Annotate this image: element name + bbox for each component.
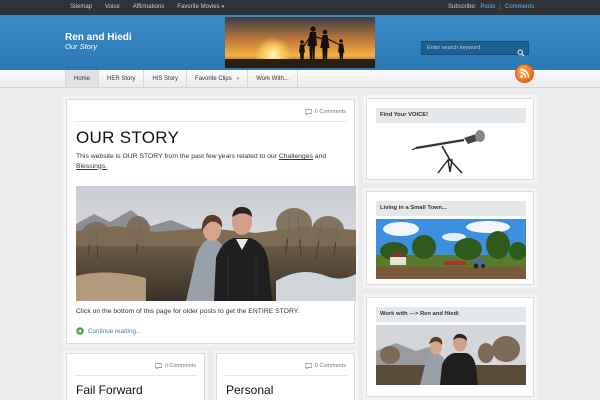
header-banner-image: [225, 17, 375, 68]
post-intro: This website is OUR STORY from the past …: [76, 152, 346, 171]
top-nav-favorite-movies[interactable]: Favorite Movies ▾: [177, 4, 224, 10]
top-nav: Sitemap Voice Affirmations Favorite Movi…: [70, 4, 224, 10]
speech-bubble-icon: [154, 363, 162, 369]
nav-favorite-clips[interactable]: Favorite Clips ▾: [187, 70, 249, 87]
speech-bubble-icon: [304, 109, 312, 115]
nav-home[interactable]: Home: [65, 70, 100, 87]
subscribe-separator: |: [499, 4, 501, 10]
post-card-fail-forward: 0 Comments Fail Forward: [66, 353, 205, 400]
post-comments-link[interactable]: 0 Comments: [304, 109, 346, 115]
post-intro-and: and: [312, 153, 327, 160]
subscribe-posts-link[interactable]: Posts: [480, 4, 495, 10]
post-photo: [76, 186, 356, 301]
small-town-image: [376, 219, 526, 279]
title-divider: [225, 375, 347, 376]
subscribe-comments-link[interactable]: Comments: [505, 4, 534, 10]
green-arrow-circle-icon: [76, 327, 84, 335]
ren-and-hiedi-image: [376, 325, 526, 385]
nav-work-with[interactable]: Work With...: [248, 70, 298, 87]
nav-favorite-clips-label: Favorite Clips: [195, 75, 232, 82]
widget-title: Living in a Small Town...: [376, 201, 526, 216]
comments-count: 0 Comments: [314, 363, 346, 369]
top-nav-affirmations[interactable]: Affirmations: [133, 4, 165, 10]
top-bar: Sitemap Voice Affirmations Favorite Movi…: [0, 0, 600, 15]
widget-find-your-voice: Find Your VOICE!: [366, 98, 534, 180]
title-divider: [75, 121, 347, 122]
subscribe-label: Subscribe:: [448, 4, 477, 10]
widget-small-town: Living in a Small Town...: [366, 191, 534, 285]
subscribe-links: Subscribe: Posts | Comments: [448, 4, 534, 10]
main-navigation: Home HER Story HIS Story Favorite Clips ▾…: [0, 70, 600, 88]
chevron-down-icon: ▾: [236, 75, 240, 82]
search-box: [421, 41, 529, 57]
featured-post: 0 Comments OUR STORY This website is OUR…: [66, 99, 356, 344]
nav-his-story[interactable]: HIS Story: [144, 70, 188, 87]
continue-reading-label: Continue reading...: [88, 327, 142, 335]
widget-title: Work with ---> Ren and Hiedi: [376, 307, 526, 322]
search-input[interactable]: [422, 42, 514, 54]
widget-work-with: Work with ---> Ren and Hiedi: [366, 297, 534, 397]
comments-count: 0 Comments: [314, 109, 346, 115]
post-comments-link[interactable]: 0 Comments: [304, 363, 346, 369]
widget-title: Find Your VOICE!: [376, 108, 526, 123]
comments-count: 0 Comments: [164, 363, 196, 369]
chevron-down-icon: ▾: [221, 4, 225, 10]
post-intro-text: This website is OUR STORY from the past …: [76, 153, 279, 160]
nav-items: Home HER Story HIS Story Favorite Clips ▾…: [65, 70, 298, 87]
post-card-personal: 0 Comments Personal: [216, 353, 355, 400]
speech-bubble-icon: [304, 363, 312, 369]
post-comments-link[interactable]: 0 Comments: [154, 363, 196, 369]
continue-reading-link[interactable]: Continue reading...: [76, 327, 141, 335]
top-nav-voice[interactable]: Voice: [105, 4, 120, 10]
post-older-posts-note: Click on the bottom of this page for old…: [76, 308, 300, 315]
post-title[interactable]: OUR STORY: [76, 128, 179, 148]
nav-her-story[interactable]: HER Story: [99, 70, 145, 87]
challenges-link[interactable]: Challenges: [279, 153, 313, 160]
top-nav-favorite-movies-label: Favorite Movies: [177, 4, 220, 10]
site-tagline: Our Story: [65, 42, 98, 51]
post-title[interactable]: Fail Forward: [76, 383, 143, 397]
search-icon[interactable]: [517, 44, 525, 57]
top-nav-sitemap[interactable]: Sitemap: [70, 4, 92, 10]
rss-feed-icon[interactable]: [515, 64, 534, 83]
microphone-image: [376, 126, 526, 174]
blessings-link[interactable]: Blessings.: [76, 163, 107, 170]
title-divider: [75, 375, 197, 376]
site-header: Ren and Hiedi Our Story: [0, 15, 600, 70]
post-title[interactable]: Personal: [226, 383, 273, 397]
